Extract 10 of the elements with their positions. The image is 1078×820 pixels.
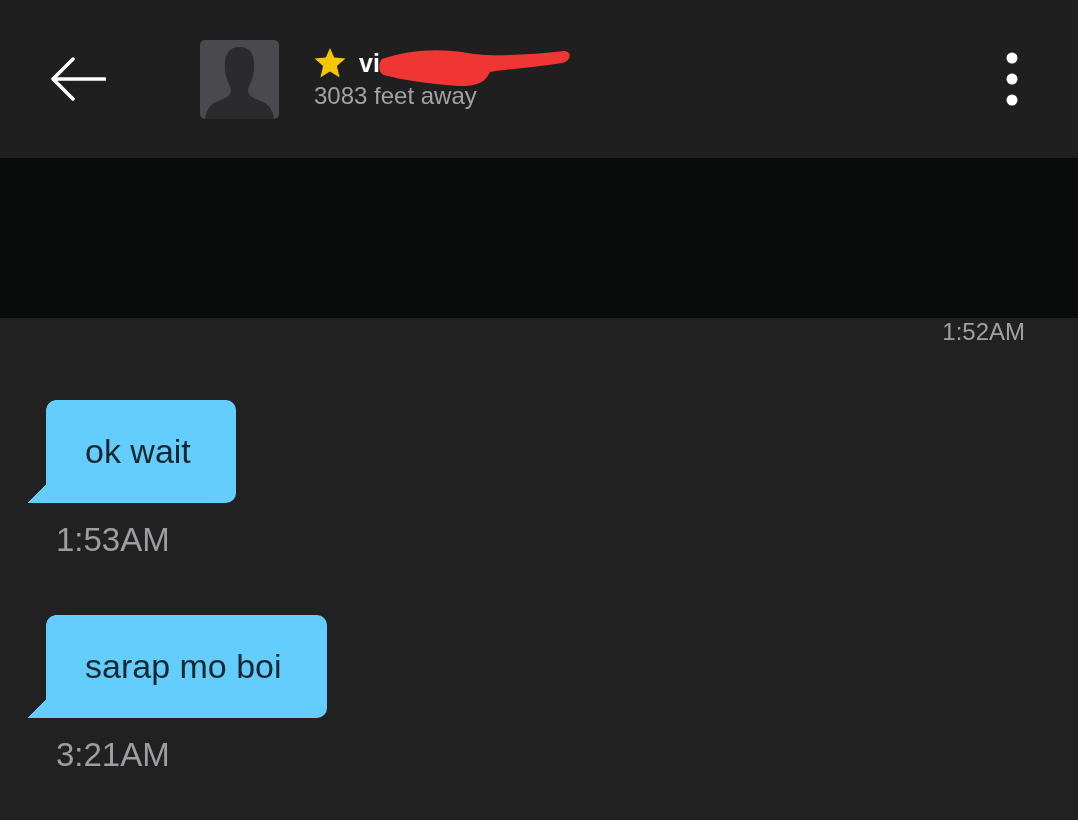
back-arrow-icon: [50, 57, 106, 101]
message-bubble: ok wait: [28, 400, 236, 503]
message-timestamp: 1:52AM: [942, 318, 1025, 346]
message-timestamp: 3:21AM: [56, 735, 170, 775]
message-bubble: sarap mo boi: [28, 615, 327, 718]
contact-name: vi: [359, 47, 380, 78]
distance-label: 3083 feet away: [314, 80, 477, 111]
back-button[interactable]: [50, 57, 106, 101]
message-timestamp: 1:53AM: [56, 520, 170, 560]
more-options-icon[interactable]: [1006, 52, 1018, 106]
